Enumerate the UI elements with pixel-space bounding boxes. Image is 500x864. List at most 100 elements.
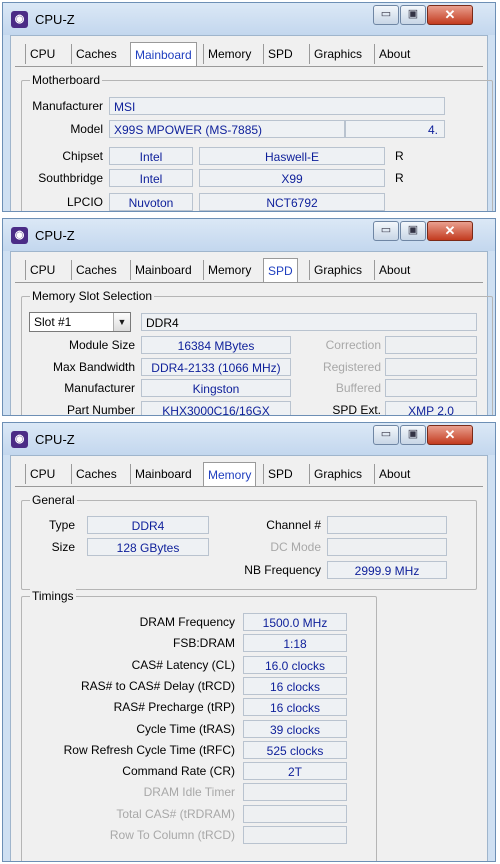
window-title: CPU-Z <box>35 432 75 447</box>
timing-label: Row Refresh Cycle Time (tRFC) <box>63 742 235 757</box>
cpuz-window-spd: ◉ CPU-Z ▭ ▣ ✕ CPU Caches Mainboard Memor… <box>2 218 496 416</box>
registered-field <box>385 358 477 376</box>
maximize-button[interactable]: ▣ <box>400 425 426 445</box>
maximize-button[interactable]: ▣ <box>400 221 426 241</box>
tab-memory[interactable]: Memory <box>203 462 257 486</box>
general-group-title: General <box>30 493 77 507</box>
timing-label: DRAM Frequency <box>139 615 235 629</box>
timing-label: RAS# to CAS# Delay (tRCD) <box>80 678 235 693</box>
chipset-revision-label: R <box>395 149 404 163</box>
title-bar[interactable]: ◉ CPU-Z ▭ ▣ ✕ <box>3 219 495 251</box>
window-client: CPU Caches Mainboard Memory SPD Graphics… <box>10 455 488 861</box>
memory-type-field: DDR4 <box>141 313 477 331</box>
title-bar[interactable]: ◉ CPU-Z ▭ ▣ ✕ <box>3 3 495 35</box>
southbridge-revision-label: R <box>395 171 404 185</box>
close-button[interactable]: ✕ <box>427 221 473 241</box>
chipset-model-field: Haswell-E <box>199 147 385 165</box>
lpcio-model-field: NCT6792 <box>199 193 385 211</box>
tab-memory[interactable]: Memory <box>203 44 255 64</box>
model-revision-field: 4. <box>345 120 445 138</box>
tab-memory[interactable]: Memory <box>203 260 255 280</box>
window-client: CPU Caches Mainboard Memory SPD Graphics… <box>10 251 493 416</box>
title-bar[interactable]: ◉ CPU-Z ▭ ▣ ✕ <box>3 423 495 455</box>
timing-value: 1:18 <box>243 634 347 653</box>
size-field: 128 GBytes <box>87 538 209 556</box>
registered-label: Registered <box>322 360 381 374</box>
tab-graphics[interactable]: Graphics <box>309 44 366 64</box>
correction-label: Correction <box>325 338 381 352</box>
nb-frequency-label: NB Frequency <box>244 563 321 577</box>
part-number-label: Part Number <box>66 403 135 416</box>
southbridge-vendor-field: Intel <box>109 169 193 187</box>
timing-value <box>243 826 347 844</box>
timing-value: 16 clocks <box>243 698 347 717</box>
close-button[interactable]: ✕ <box>427 425 473 445</box>
tab-cpu[interactable]: CPU <box>25 464 59 484</box>
tab-cpu[interactable]: CPU <box>25 260 59 280</box>
timing-label: RAS# Precharge (tRP) <box>113 700 235 715</box>
chevron-down-icon[interactable]: ▼ <box>113 313 130 331</box>
cpuz-window-memory: ◉ CPU-Z ▭ ▣ ✕ CPU Caches Mainboard Memor… <box>2 422 496 862</box>
correction-field <box>385 336 477 354</box>
tab-mainboard[interactable]: Mainboard <box>130 260 196 280</box>
cpu-z-icon: ◉ <box>11 11 28 28</box>
model-label: Model <box>70 122 103 136</box>
dc-mode-field <box>327 538 447 556</box>
tab-mainboard[interactable]: Mainboard <box>130 42 197 66</box>
tab-caches[interactable]: Caches <box>71 44 121 64</box>
manufacturer-field: MSI <box>109 97 445 115</box>
timing-label: Total CAS# (tRDRAM) <box>116 806 235 821</box>
buffered-label: Buffered <box>335 381 381 395</box>
slot-select[interactable]: Slot #1 ▼ <box>29 312 131 332</box>
timing-value <box>243 783 347 802</box>
tab-spd[interactable]: SPD <box>263 464 297 484</box>
dc-mode-label: DC Mode <box>270 540 321 554</box>
channel-label: Channel # <box>266 518 321 532</box>
timing-value: 525 clocks <box>243 740 347 759</box>
timing-label: FSB:DRAM <box>172 636 235 651</box>
timings-group-title: Timings <box>30 589 76 603</box>
tab-divider <box>15 486 483 487</box>
memory-slot-group-title: Memory Slot Selection <box>30 289 155 303</box>
tab-cpu[interactable]: CPU <box>25 44 59 64</box>
minimize-button[interactable]: ▭ <box>373 5 399 25</box>
tab-spd[interactable]: SPD <box>263 258 298 282</box>
nb-frequency-field: 2999.9 MHz <box>327 561 447 579</box>
tab-about[interactable]: About <box>374 464 414 484</box>
tab-divider <box>15 66 483 67</box>
max-bandwidth-field: DDR4-2133 (1066 MHz) <box>141 358 291 376</box>
motherboard-group-title: Motherboard <box>30 73 103 87</box>
timing-value: 1500.0 MHz <box>243 613 347 631</box>
tab-graphics[interactable]: Graphics <box>309 260 366 280</box>
tab-about[interactable]: About <box>374 44 414 64</box>
timing-label: CAS# Latency (CL) <box>131 657 235 672</box>
tab-about[interactable]: About <box>374 260 414 280</box>
timing-value: 16 clocks <box>243 676 347 695</box>
manufacturer-label: Manufacturer <box>32 99 103 113</box>
southbridge-model-field: X99 <box>199 169 385 187</box>
spd-ext-field: XMP 2.0 <box>385 401 477 415</box>
tab-divider <box>15 282 483 283</box>
maximize-button[interactable]: ▣ <box>400 5 426 25</box>
minimize-button[interactable]: ▭ <box>373 221 399 241</box>
type-label: Type <box>48 518 75 532</box>
slot-select-value: Slot #1 <box>34 315 72 329</box>
lpcio-label: LPCIO <box>66 195 103 209</box>
timing-label: Cycle Time (tRAS) <box>136 721 235 736</box>
tab-mainboard[interactable]: Mainboard <box>130 464 196 484</box>
max-bandwidth-label: Max Bandwidth <box>52 360 135 374</box>
cpuz-window-mainboard: ◉ CPU-Z ▭ ▣ ✕ CPU Caches Mainboard Memor… <box>2 2 496 212</box>
timing-value: 2T <box>243 762 347 781</box>
close-button[interactable]: ✕ <box>427 5 473 25</box>
tab-caches[interactable]: Caches <box>71 260 121 280</box>
buffered-field <box>385 379 477 397</box>
tab-caches[interactable]: Caches <box>71 464 121 484</box>
tab-spd[interactable]: SPD <box>263 44 297 64</box>
spd-manufacturer-label: Manufacturer <box>64 381 135 395</box>
tab-graphics[interactable]: Graphics <box>309 464 366 484</box>
window-title: CPU-Z <box>35 228 75 243</box>
size-label: Size <box>51 540 75 554</box>
minimize-button[interactable]: ▭ <box>373 425 399 445</box>
timing-value: 16.0 clocks <box>243 655 347 674</box>
channel-field <box>327 516 447 534</box>
